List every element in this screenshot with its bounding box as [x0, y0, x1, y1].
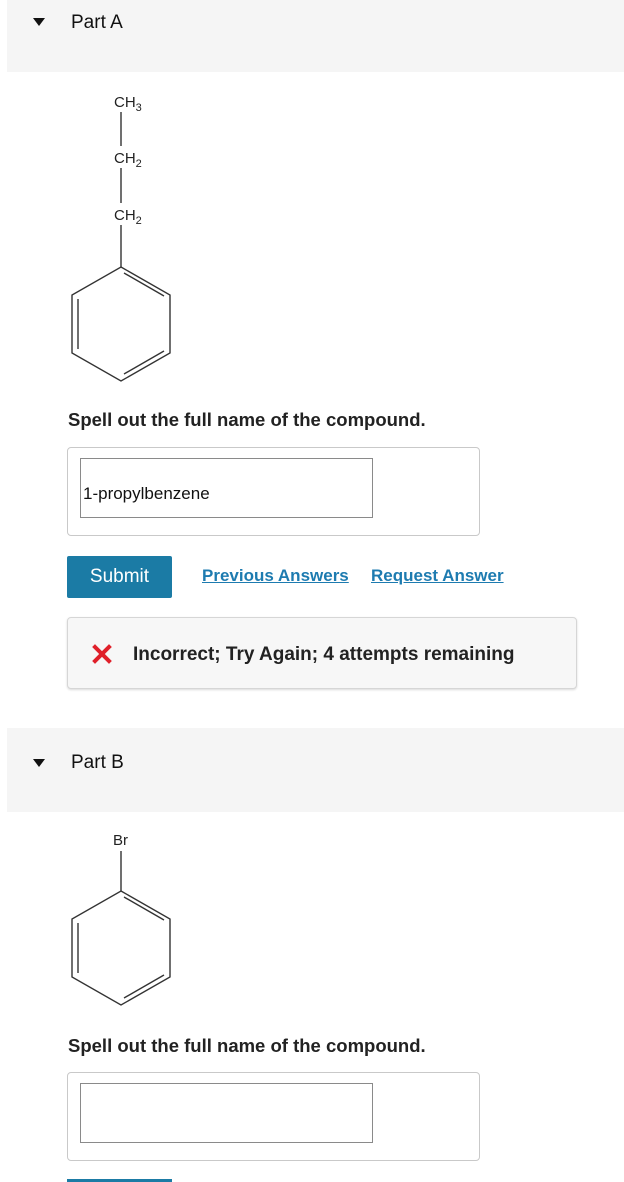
br-label: Br [113, 832, 128, 849]
part-a-prompt: Spell out the full name of the compound. [68, 409, 426, 430]
part-a-header[interactable]: Part A [7, 0, 624, 72]
ch2-top-label: CH2 [114, 150, 142, 170]
part-b-answer-input[interactable] [80, 1083, 373, 1143]
bromobenzene-structure: Br [71, 832, 171, 1006]
part-b-answer-box [67, 1072, 480, 1161]
ch2-bottom-label: CH2 [114, 207, 142, 227]
collapse-triangle-icon[interactable] [33, 759, 45, 767]
x-icon [92, 644, 112, 664]
part-a-answer-box [67, 447, 480, 536]
part-b-prompt: Spell out the full name of the compound. [68, 1035, 426, 1056]
part-a-title: Part A [71, 12, 123, 33]
benzene-ring [71, 890, 171, 1006]
collapse-triangle-icon[interactable] [33, 18, 45, 26]
feedback-text: Incorrect; Try Again; 4 attempts remaini… [133, 644, 515, 665]
previous-answers-link[interactable]: Previous Answers [202, 566, 349, 586]
part-b-title: Part B [71, 752, 124, 773]
part-b-header[interactable]: Part B [7, 728, 624, 812]
ch3-label: CH3 [114, 94, 142, 114]
propylbenzene-structure: CH3 CH2 CH2 [71, 94, 171, 382]
benzene-ring [71, 266, 171, 382]
submit-button[interactable]: Submit [67, 556, 172, 598]
request-answer-link[interactable]: Request Answer [371, 566, 504, 586]
feedback-message: Incorrect; Try Again; 4 attempts remaini… [67, 617, 577, 689]
part-a-answer-input[interactable] [80, 458, 373, 518]
